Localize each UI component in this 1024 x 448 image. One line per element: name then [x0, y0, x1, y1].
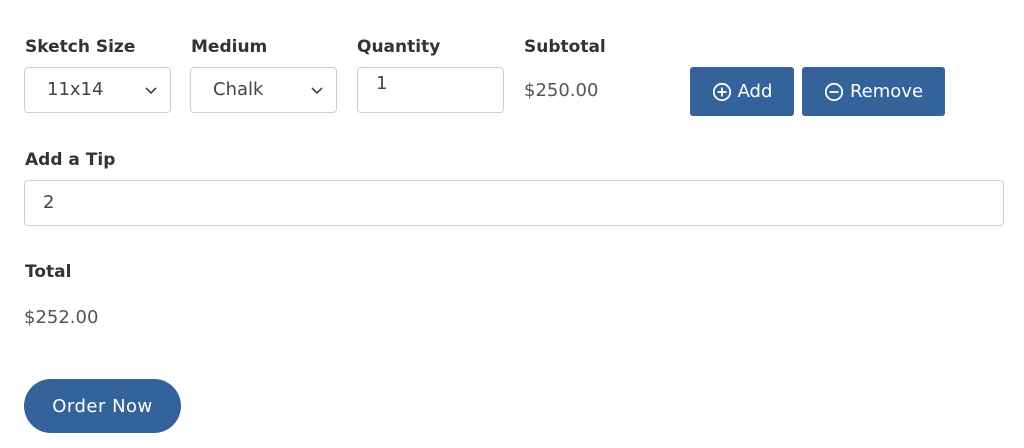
quantity-input[interactable]: 1 [357, 67, 504, 113]
total-value: $252.00 [24, 307, 99, 328]
remove-button[interactable]: Remove [802, 67, 945, 116]
order-now-button[interactable]: Order Now [24, 379, 181, 433]
tip-value: 2 [43, 192, 55, 213]
tip-label: Add a Tip [25, 150, 116, 170]
plus-circle-icon [712, 82, 731, 101]
remove-button-label: Remove [849, 81, 924, 102]
sketch-size-value: 11x14 [47, 79, 104, 100]
medium-label: Medium [191, 37, 268, 57]
chevron-down-icon [145, 87, 157, 95]
sketch-size-select[interactable]: 11x14 [24, 67, 171, 113]
chevron-down-icon [311, 87, 323, 95]
add-button-label: Add [737, 81, 773, 102]
medium-value: Chalk [213, 79, 264, 100]
subtotal-value: $250.00 [524, 80, 599, 101]
total-label: Total [25, 262, 72, 282]
add-button[interactable]: Add [690, 67, 794, 116]
quantity-label: Quantity [357, 37, 441, 57]
minus-circle-icon [824, 82, 844, 101]
sketch-size-label: Sketch Size [25, 37, 136, 57]
order-now-label: Order Now [52, 395, 153, 417]
subtotal-label: Subtotal [524, 37, 606, 57]
medium-select[interactable]: Chalk [190, 67, 337, 113]
tip-input[interactable]: 2 [24, 180, 1004, 226]
quantity-value: 1 [376, 73, 388, 94]
